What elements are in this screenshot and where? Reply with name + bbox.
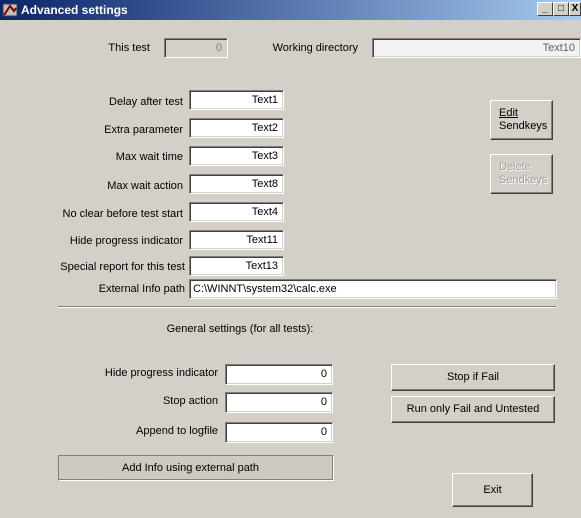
working-directory-field[interactable]: Text10	[372, 38, 581, 58]
special-report-label: Special report for this test	[60, 261, 185, 273]
add-info-button[interactable]: Add Info using external path	[58, 455, 334, 481]
delete-sendkeys-label-2: Sendkeys	[499, 174, 548, 186]
stop-if-fail-button[interactable]: Stop if Fail	[391, 364, 555, 391]
general-settings-heading: General settings (for all tests):	[166, 323, 314, 335]
exit-button[interactable]: Exit	[452, 473, 533, 507]
extra-parameter-label: Extra parameter	[104, 124, 183, 136]
run-only-fail-button[interactable]: Run only Fail and Untested	[391, 396, 555, 423]
hide-progress-per-test-label: Hide progress indicator	[69, 235, 183, 247]
hide-progress-per-test-field[interactable]: Text11	[189, 230, 284, 250]
no-clear-label: No clear before test start	[62, 208, 183, 220]
stop-action-field[interactable]: 0	[225, 392, 333, 413]
delay-after-test-label: Delay after test	[109, 96, 183, 108]
delete-sendkeys-button[interactable]: Delete Sendkeys	[490, 154, 553, 194]
delay-after-test-field[interactable]: Text1	[189, 90, 284, 110]
this-test-field: 0	[164, 38, 228, 58]
no-clear-field[interactable]: Text4	[189, 202, 284, 222]
stop-action-label: Stop action	[162, 395, 218, 407]
append-to-logfile-field[interactable]: 0	[225, 422, 333, 443]
external-info-path-label: External Info path	[98, 283, 185, 295]
delete-sendkeys-label-1: Delete	[499, 161, 531, 173]
window-title: Advanced settings	[21, 3, 128, 17]
title-bar: Advanced settings _ □ X	[0, 0, 581, 20]
max-wait-action-field[interactable]: Text8	[189, 174, 284, 194]
app-icon	[2, 3, 18, 17]
hide-progress-general-field[interactable]: 0	[225, 364, 333, 385]
edit-sendkeys-label-2: Sendkeys	[499, 120, 548, 132]
append-to-logfile-label: Append to logfile	[136, 425, 218, 437]
external-info-path-field[interactable]: C:\WINNT\system32\calc.exe	[189, 279, 557, 299]
this-test-label: This test	[108, 42, 150, 54]
special-report-field[interactable]: Text13	[189, 256, 284, 276]
edit-sendkeys-button[interactable]: Edit Sendkeys	[490, 100, 553, 140]
maximize-button[interactable]: □	[553, 2, 569, 16]
max-wait-action-label: Max wait action	[107, 180, 183, 192]
working-directory-label: Working directory	[272, 42, 358, 54]
extra-parameter-field[interactable]: Text2	[189, 118, 284, 138]
max-wait-time-label: Max wait time	[115, 151, 183, 163]
max-wait-time-field[interactable]: Text3	[189, 146, 284, 166]
section-divider	[58, 306, 556, 308]
close-button[interactable]: X	[569, 2, 581, 16]
edit-sendkeys-label-1: Edit	[499, 107, 518, 119]
hide-progress-general-label: Hide progress indicator	[104, 367, 218, 379]
minimize-button[interactable]: _	[537, 2, 553, 16]
